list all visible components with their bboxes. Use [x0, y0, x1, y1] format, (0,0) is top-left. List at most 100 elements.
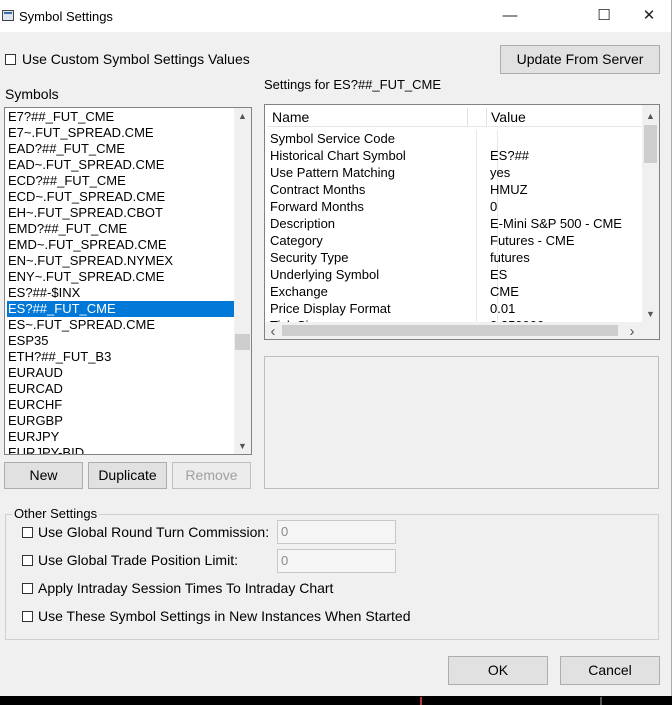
list-item[interactable]: EH~.FUT_SPREAD.CBOT [7, 205, 236, 221]
round-turn-input[interactable]: 0 [277, 520, 396, 544]
window-title: Symbol Settings [19, 9, 113, 24]
scrollbar-thumb[interactable] [282, 325, 618, 336]
scroll-left-icon[interactable]: ‹ [267, 323, 279, 339]
setting-value[interactable]: ES [490, 266, 640, 283]
setting-value[interactable] [490, 130, 640, 147]
ok-button[interactable]: OK [448, 656, 548, 685]
setting-value[interactable]: HMUZ [490, 181, 640, 198]
setting-description-panel [264, 356, 659, 489]
list-item[interactable]: EMD?##_FUT_CME [7, 221, 236, 237]
scrollbar-thumb[interactable] [235, 334, 250, 350]
symbols-label: Symbols [5, 86, 59, 102]
table-row[interactable]: Security Type futures [267, 249, 643, 266]
table-row[interactable]: Symbol Service Code [267, 130, 643, 147]
table-row[interactable]: Forward Months 0 [267, 198, 643, 215]
setting-value[interactable]: ES?## [490, 147, 640, 164]
setting-value[interactable]: 0 [490, 198, 640, 215]
column-header-name[interactable]: Name [267, 108, 468, 127]
setting-name: Use Pattern Matching [270, 164, 477, 181]
list-item[interactable]: ES?##-$INX [7, 285, 236, 301]
other-settings-group: Other Settings Use Global Round Turn Com… [5, 506, 659, 640]
setting-name: Exchange [270, 283, 477, 300]
remove-button[interactable]: Remove [172, 462, 251, 489]
new-button[interactable]: New [4, 462, 83, 489]
custom-settings-checkbox[interactable] [5, 54, 16, 65]
list-item[interactable]: EURJPY-BID [7, 445, 236, 454]
table-row[interactable]: Category Futures - CME [267, 232, 643, 249]
scrollbar-thumb[interactable] [644, 125, 657, 163]
symbols-scrollbar[interactable]: ▲ ▼ [234, 108, 251, 454]
maximize-button[interactable]: ☐ [581, 0, 627, 32]
settings-grid[interactable]: Name Value Symbol Service Code Historica… [264, 104, 660, 340]
scroll-right-icon[interactable]: › [626, 323, 638, 339]
trade-limit-input[interactable]: 0 [277, 549, 396, 573]
list-item[interactable]: ECD?##_FUT_CME [7, 173, 236, 189]
symbol-settings-window: Symbol Settings — ☐ ✕ Use Custom Symbol … [0, 0, 672, 696]
list-item[interactable]: ES~.FUT_SPREAD.CME [7, 317, 236, 333]
table-row[interactable]: Exchange CME [267, 283, 643, 300]
setting-name: Forward Months [270, 198, 477, 215]
setting-name: Symbol Service Code [270, 130, 477, 147]
close-button[interactable]: ✕ [626, 0, 672, 32]
list-item[interactable]: EAD?##_FUT_CME [7, 141, 236, 157]
settings-vscrollbar[interactable]: ▲ ▼ [642, 105, 659, 322]
setting-name: Historical Chart Symbol [270, 147, 477, 164]
symbols-list[interactable]: E7?##_FUT_CME E7~.FUT_SPREAD.CME EAD?##_… [4, 107, 252, 455]
trade-limit-checkbox[interactable] [22, 555, 33, 566]
list-item[interactable]: EURJPY [7, 429, 236, 445]
new-instances-label: Use These Symbol Settings in New Instanc… [38, 608, 411, 624]
setting-name: Price Display Format [270, 300, 477, 317]
list-item[interactable]: EURGBP [7, 413, 236, 429]
trade-limit-label: Use Global Trade Position Limit: [38, 552, 238, 568]
list-item[interactable]: E7?##_FUT_CME [7, 109, 236, 125]
scroll-down-icon[interactable]: ▼ [642, 309, 659, 319]
scroll-up-icon[interactable]: ▲ [642, 111, 659, 121]
list-item[interactable]: EURAUD [7, 365, 236, 381]
list-item[interactable]: EURCAD [7, 381, 236, 397]
cancel-button[interactable]: Cancel [560, 656, 660, 685]
table-row[interactable]: Price Display Format 0.01 [267, 300, 643, 317]
update-from-server-button[interactable]: Update From Server [500, 45, 660, 74]
list-item[interactable]: EURCHF [7, 397, 236, 413]
setting-name: Category [270, 232, 477, 249]
scroll-up-icon[interactable]: ▲ [234, 111, 251, 121]
list-item[interactable]: EAD~.FUT_SPREAD.CME [7, 157, 236, 173]
intraday-session-label: Apply Intraday Session Times To Intraday… [38, 580, 334, 596]
setting-name: Description [270, 215, 477, 232]
duplicate-button[interactable]: Duplicate [88, 462, 167, 489]
background-mark [600, 697, 602, 705]
new-instances-checkbox[interactable] [22, 611, 33, 622]
list-item[interactable]: ETH?##_FUT_B3 [7, 349, 236, 365]
list-item[interactable]: EN~.FUT_SPREAD.NYMEX [7, 253, 236, 269]
app-window-icon [2, 10, 14, 21]
round-turn-checkbox[interactable] [22, 527, 33, 538]
title-bar: Symbol Settings — ☐ ✕ [0, 0, 671, 32]
list-item[interactable]: EMD~.FUT_SPREAD.CME [7, 237, 236, 253]
list-item[interactable]: ECD~.FUT_SPREAD.CME [7, 189, 236, 205]
table-row[interactable]: Description E-Mini S&P 500 - CME [267, 215, 643, 232]
list-item[interactable]: ESP35 [7, 333, 236, 349]
column-header-blank [468, 108, 487, 127]
table-row[interactable]: Historical Chart Symbol ES?## [267, 147, 643, 164]
settings-hscrollbar[interactable]: ‹ › [265, 322, 659, 339]
scroll-down-icon[interactable]: ▼ [234, 441, 251, 451]
setting-value[interactable]: Futures - CME [490, 232, 640, 249]
column-header-value[interactable]: Value [488, 108, 643, 127]
setting-name: Security Type [270, 249, 477, 266]
round-turn-label: Use Global Round Turn Commission: [38, 524, 270, 540]
table-row[interactable]: Contract Months HMUZ [267, 181, 643, 198]
setting-value[interactable]: CME [490, 283, 640, 300]
list-item-selected[interactable]: ES?##_FUT_CME [7, 301, 236, 317]
setting-value[interactable]: yes [490, 164, 640, 181]
table-row[interactable]: Underlying Symbol ES [267, 266, 643, 283]
intraday-session-checkbox[interactable] [22, 583, 33, 594]
setting-value[interactable]: 0.01 [490, 300, 640, 317]
setting-value[interactable]: futures [490, 249, 640, 266]
minimize-button[interactable]: — [487, 0, 533, 32]
table-row[interactable]: Use Pattern Matching yes [267, 164, 643, 181]
custom-settings-label: Use Custom Symbol Settings Values [22, 51, 250, 67]
setting-value[interactable]: E-Mini S&P 500 - CME [490, 215, 640, 232]
settings-header: Settings for ES?##_FUT_CME [264, 77, 442, 92]
list-item[interactable]: E7~.FUT_SPREAD.CME [7, 125, 236, 141]
list-item[interactable]: ENY~.FUT_SPREAD.CME [7, 269, 236, 285]
